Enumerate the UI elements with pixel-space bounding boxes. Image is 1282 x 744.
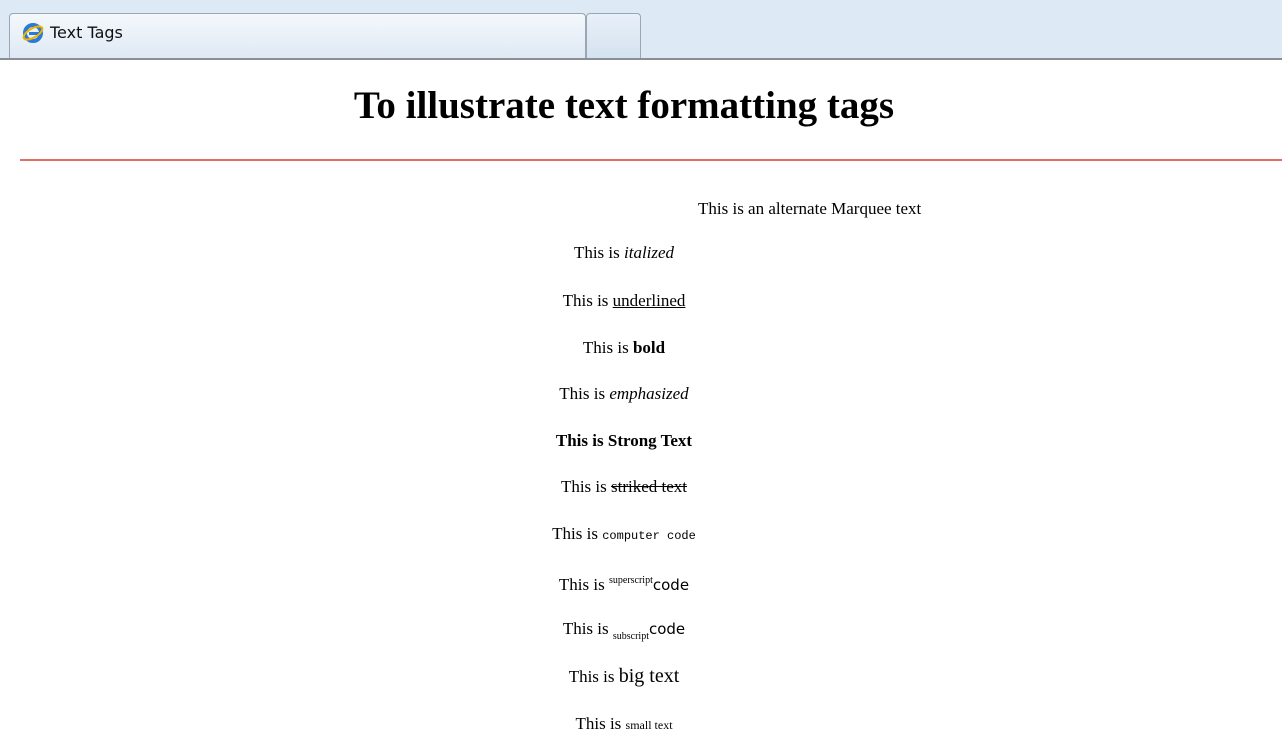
- line-prefix: This is: [560, 477, 612, 496]
- line-prefix: This is: [568, 667, 619, 686]
- small-text: small text: [625, 718, 673, 732]
- superscript-text: superscript: [608, 575, 653, 586]
- underlined-text: underlined: [612, 291, 686, 310]
- emphasis-line: This is emphasized: [0, 382, 1248, 406]
- line-prefix: This is: [555, 431, 608, 450]
- line-prefix: This is: [575, 714, 626, 733]
- horizontal-rule: [20, 159, 1282, 161]
- strong-line: This is Strong Text: [0, 429, 1248, 453]
- tab-text-tags[interactable]: Text Tags: [9, 13, 586, 58]
- bold-line: This is bold: [0, 336, 1248, 360]
- line-prefix: This is: [562, 291, 613, 310]
- superscript-line: This is superscriptcode: [0, 569, 1248, 597]
- italic-line: This is italized: [0, 241, 1248, 265]
- browser-tab-bar: Text Tags: [0, 0, 1282, 60]
- marquee-text: This is an alternate Marquee text: [698, 199, 922, 218]
- big-text: big text: [618, 665, 680, 687]
- strong-text: Strong Text: [607, 431, 693, 450]
- superscript-code-text: code: [652, 576, 690, 594]
- small-line: This is small text: [0, 712, 1248, 737]
- striked-text: striked text: [611, 477, 688, 496]
- page-content: To illustrate text formatting tags This …: [0, 60, 1282, 744]
- new-tab-button[interactable]: [586, 13, 641, 58]
- emphasized-text: emphasized: [609, 384, 689, 403]
- ie-browser-icon: [22, 23, 44, 43]
- subscript-text: subscript: [612, 631, 649, 642]
- line-prefix: This is: [562, 619, 613, 638]
- line-prefix: This is: [558, 575, 609, 594]
- tab-title: Text Tags: [50, 23, 123, 42]
- line-prefix: This is: [582, 338, 633, 357]
- italic-text: italized: [624, 243, 675, 262]
- subscript-line: This is subscriptcode: [0, 617, 1248, 649]
- bold-text: bold: [632, 338, 666, 357]
- line-prefix: This is: [552, 524, 603, 543]
- line-prefix: This is: [559, 384, 610, 403]
- line-prefix: This is: [573, 243, 624, 262]
- underline-line: This is underlined: [0, 289, 1248, 313]
- strike-line: This is striked text: [0, 475, 1248, 499]
- computer-code-text: computer code: [602, 529, 696, 543]
- big-line: This is big text: [0, 664, 1248, 689]
- subscript-code-text: code: [648, 620, 686, 638]
- page-heading: To illustrate text formatting tags: [353, 84, 895, 127]
- code-line: This is computer code: [0, 522, 1248, 548]
